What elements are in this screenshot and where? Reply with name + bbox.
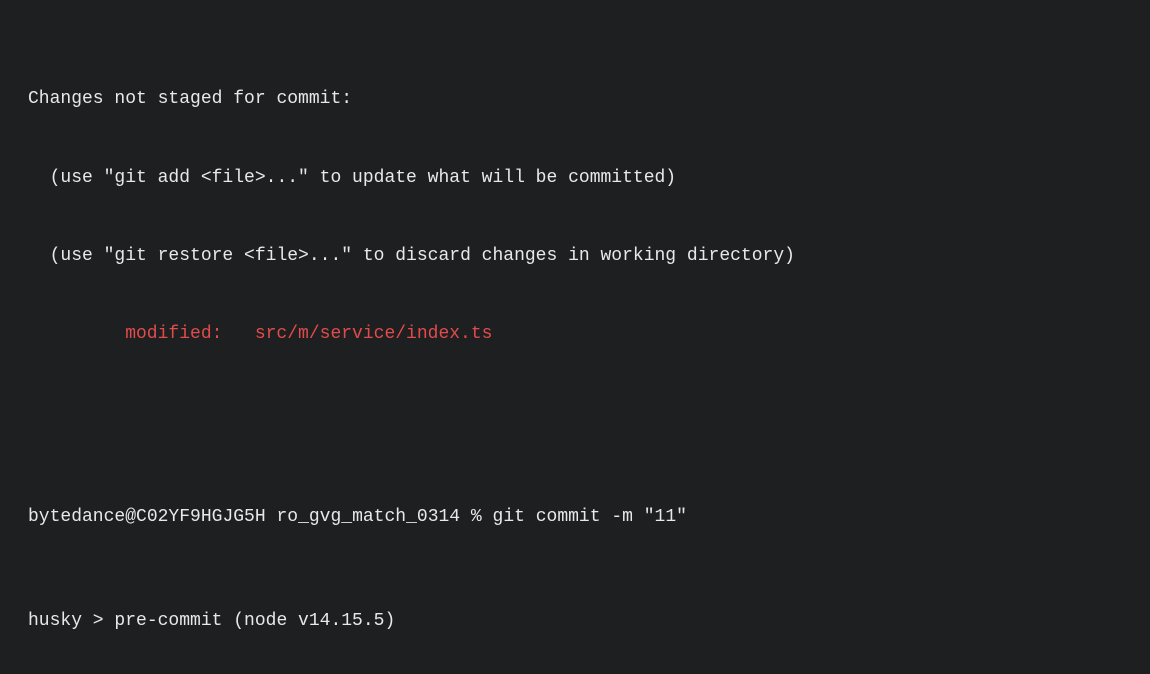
- prompt-command: git commit -m "11": [493, 507, 687, 527]
- modified-file-path: src/m/service/index.ts: [255, 324, 493, 344]
- git-status-header: Changes not staged for commit:: [28, 86, 1150, 112]
- prompt-user: bytedance: [28, 507, 125, 527]
- prompt-host: C02YF9HGJG5H: [136, 507, 266, 527]
- git-status-hint-restore: (use "git restore <file>..." to discard …: [28, 243, 1150, 269]
- git-status-hint-add: (use "git add <file>..." to update what …: [28, 165, 1150, 191]
- prompt-dir: ro_gvg_match_0314: [276, 507, 460, 527]
- blank-line: [28, 399, 1150, 425]
- terminal-output: Changes not staged for commit: (use "git…: [0, 0, 1150, 674]
- git-status-modified-row: modified: src/m/service/index.ts: [28, 321, 1150, 347]
- shell-prompt-line[interactable]: bytedance@C02YF9HGJG5H ro_gvg_match_0314…: [28, 504, 1150, 530]
- husky-header: husky > pre-commit (node v14.15.5): [28, 608, 1150, 634]
- modified-label: modified:: [125, 324, 255, 344]
